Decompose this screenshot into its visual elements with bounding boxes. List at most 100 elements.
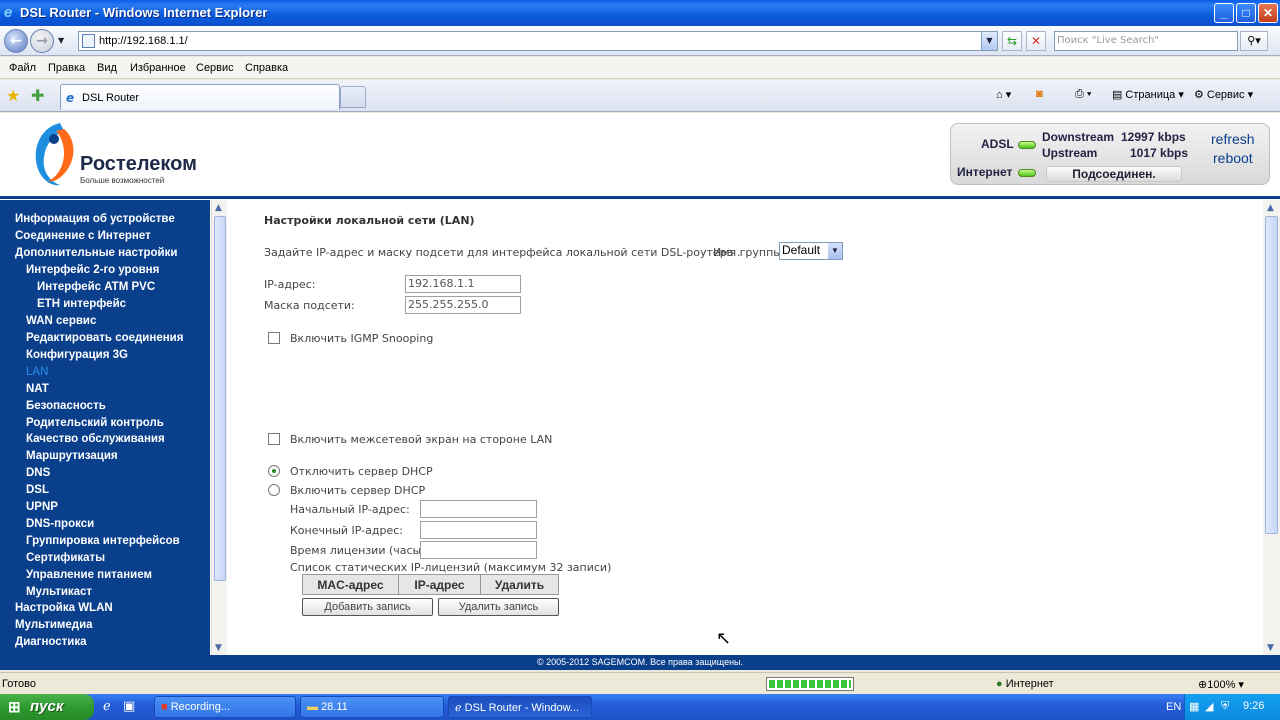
sidebar-item-lan[interactable]: LAN (26, 366, 48, 378)
new-tab-button[interactable] (340, 86, 366, 108)
refresh-link[interactable]: refresh (1211, 131, 1255, 147)
static-ip-table: MAC-адрес IP-адрес Удалить (302, 574, 559, 595)
sidebar-item-atm-pvc[interactable]: Интерфейс ATM PVC (37, 281, 155, 293)
history-dropdown-icon[interactable]: ▼ (58, 36, 64, 45)
sidebar-item-security[interactable]: Безопасность (26, 400, 106, 412)
scroll-down-icon[interactable]: ▼ (1267, 643, 1274, 653)
ie-icon: e (4, 4, 13, 21)
end-ip-input[interactable] (420, 521, 537, 539)
sidebar-item-qos[interactable]: Качество обслуживания (26, 433, 165, 445)
volume-icon[interactable]: ◢ (1205, 700, 1213, 713)
menu-tools[interactable]: Сервис (196, 62, 234, 74)
tools-menu[interactable]: ⚙ Сервис ▾ (1194, 88, 1253, 101)
back-button[interactable]: ← (4, 29, 28, 53)
refresh-icon[interactable]: ⇆ (1002, 31, 1022, 51)
sidebar-item-dns-proxy[interactable]: DNS-прокси (26, 518, 94, 530)
search-icon[interactable]: ⚲▾ (1240, 31, 1268, 51)
taskbar-folder[interactable]: ▬ 28.11 (300, 696, 444, 718)
dhcp-off-radio[interactable] (268, 465, 280, 477)
sidebar-item-dns[interactable]: DNS (26, 467, 50, 479)
start-ip-input[interactable] (420, 500, 537, 518)
add-favorite-icon[interactable]: ✚ (31, 86, 44, 105)
page-menu[interactable]: ▤ Страница ▾ (1112, 88, 1184, 101)
menu-view[interactable]: Вид (97, 62, 117, 74)
stop-icon[interactable]: ✕ (1026, 31, 1046, 51)
group-select[interactable]: Default ▼ (779, 242, 843, 260)
sidebar-item-eth[interactable]: ETH интерфейс (37, 298, 126, 310)
menu-help[interactable]: Справка (245, 62, 288, 74)
ie-quicklaunch-icon[interactable]: ℯ (103, 699, 111, 714)
url-field[interactable]: http://192.168.1.1/ ▼ (78, 31, 998, 51)
igmp-snooping-checkbox[interactable] (268, 332, 280, 344)
internet-label: Интернет (957, 165, 1013, 179)
menu-file[interactable]: Файл (9, 62, 36, 74)
subnet-mask-input[interactable]: 255.255.255.0 (405, 296, 521, 314)
sidebar-item-upnp[interactable]: UPNP (26, 501, 58, 513)
sidebar-item-wan[interactable]: WAN сервис (26, 315, 96, 327)
sidebar-item-multimedia[interactable]: Мультимедиа (15, 619, 93, 631)
dhcp-on-radio[interactable] (268, 484, 280, 496)
zoom-level[interactable]: ⊕100% ▾ (1198, 678, 1244, 691)
print-icon[interactable]: ⎙ ▾ (1075, 88, 1091, 101)
sidebar-item-power[interactable]: Управление питанием (26, 569, 152, 581)
search-input[interactable]: Поиск "Live Search" (1054, 31, 1238, 51)
maximize-button[interactable]: □ (1236, 3, 1256, 23)
mouse-cursor-icon: ↖ (716, 628, 732, 649)
desktop-quicklaunch-icon[interactable]: ▣ (123, 699, 135, 714)
content-scrollbar[interactable]: ▲ ▼ (1263, 200, 1280, 655)
sidebar-item-wlan[interactable]: Настройка WLAN (15, 602, 113, 614)
remove-entry-button[interactable]: Удалить запись (438, 598, 559, 616)
reboot-link[interactable]: reboot (1213, 150, 1253, 166)
taskbar-ie[interactable]: ℯ DSL Router - Window... (448, 696, 592, 718)
menu-favorites[interactable]: Избранное (130, 62, 186, 74)
taskbar-recording[interactable]: ■ Recording... (154, 696, 296, 718)
minimize-button[interactable]: _ (1214, 3, 1234, 23)
menu-edit[interactable]: Правка (48, 62, 85, 74)
sidebar-item-grouping[interactable]: Группировка интерфейсов (26, 535, 180, 547)
sidebar-item-parental[interactable]: Родительский контроль (26, 417, 164, 429)
sidebar-scroll-thumb[interactable] (214, 216, 226, 581)
start-button[interactable]: ⊞ пуск (0, 694, 94, 720)
sidebar-item-advanced[interactable]: Дополнительные настройки (15, 247, 177, 259)
home-icon[interactable]: ⌂ ▾ (996, 88, 1011, 101)
sidebar-item-dsl[interactable]: DSL (26, 484, 49, 496)
progress-fill (769, 680, 851, 688)
scroll-up-icon[interactable]: ▲ (1267, 203, 1274, 213)
add-entry-button[interactable]: Добавить запись (302, 598, 433, 616)
page-menu-icon: ▤ (1112, 89, 1123, 101)
language-indicator[interactable]: EN (1166, 701, 1181, 713)
lease-time-input[interactable] (420, 541, 537, 559)
lan-firewall-checkbox[interactable] (268, 433, 280, 445)
web-page: Ростелеком Больше возможностей ADSL Down… (0, 113, 1280, 670)
sidebar-item-3g[interactable]: Конфигурация 3G (26, 349, 128, 361)
sidebar-item-certificates[interactable]: Сертификаты (26, 552, 105, 564)
upstream-label: Upstream (1042, 146, 1098, 160)
sidebar-item-device-info[interactable]: Информация об устройстве (15, 213, 175, 225)
tab-dsl-router[interactable]: e DSL Router (60, 84, 340, 110)
content-scroll-thumb[interactable] (1265, 216, 1278, 534)
scroll-down-icon[interactable]: ▼ (215, 643, 222, 653)
close-button[interactable]: ✕ (1258, 3, 1278, 23)
sidebar-item-routing[interactable]: Маршрутизация (26, 450, 118, 462)
static-list-label: Список статических IP-лицензий (максимум… (290, 561, 612, 574)
router-header: Ростелеком Больше возможностей ADSL Down… (0, 113, 1280, 199)
ie-icon: ℯ (455, 702, 462, 714)
dhcp-off-label: Отключить сервер DHCP (290, 465, 433, 478)
security-icon[interactable]: ⛨ (1221, 700, 1229, 713)
sidebar-item-edit-connections[interactable]: Редактировать соединения (26, 332, 183, 344)
favorites-star-icon[interactable]: ★ (6, 86, 20, 105)
sidebar-item-internet[interactable]: Соединение с Интернет (15, 230, 151, 242)
feeds-icon[interactable]: ◙ (1036, 88, 1043, 100)
sidebar-item-layer2[interactable]: Интерфейс 2-го уровня (26, 264, 159, 276)
sidebar-scrollbar[interactable]: ▲ ▼ (211, 200, 227, 655)
sidebar-item-multicast[interactable]: Мультикаст (26, 586, 92, 598)
sidebar-item-nat[interactable]: NAT (26, 383, 49, 395)
forward-button[interactable]: → (30, 29, 54, 53)
scroll-up-icon[interactable]: ▲ (215, 203, 222, 213)
network-icon[interactable]: ▦ (1189, 700, 1199, 713)
sidebar-item-diagnostics[interactable]: Диагностика (15, 636, 87, 648)
menu-bar: Файл Правка Вид Избранное Сервис Справка (0, 57, 1280, 79)
url-dropdown-icon[interactable]: ▼ (981, 32, 997, 50)
internet-led-icon (1018, 169, 1036, 177)
ip-address-input[interactable]: 192.168.1.1 (405, 275, 521, 293)
